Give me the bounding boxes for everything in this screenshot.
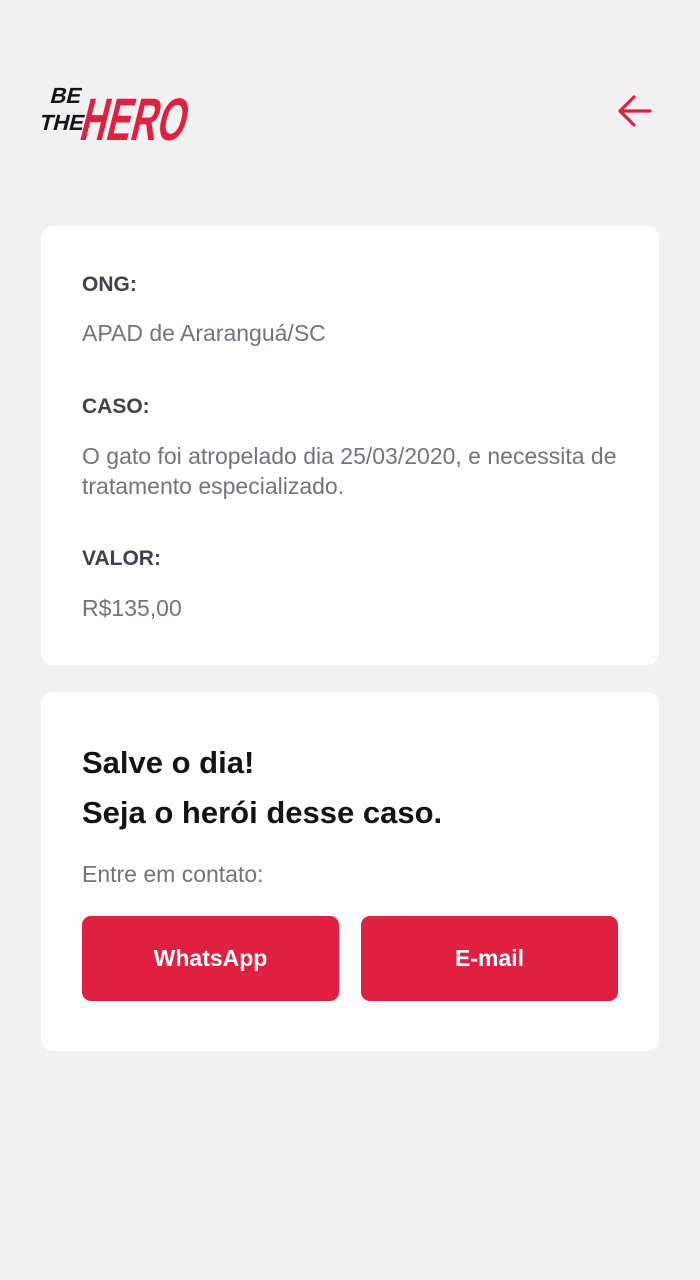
svg-text:HERO: HERO [75, 86, 197, 148]
contact-title: Salve o dia! Seja o herói desse caso. [82, 738, 618, 838]
contact-actions: WhatsApp E-mail [82, 916, 618, 1001]
ong-label: ONG: [82, 273, 137, 296]
be-the-hero-logo: BE THE HERO [37, 76, 205, 152]
ong-value: APAD de Araranguá/SC [82, 320, 326, 346]
incident-card: ONG: APAD de Araranguá/SC CASO: O gato f… [41, 226, 659, 665]
email-button[interactable]: E-mail [361, 916, 618, 1001]
contact-card: Salve o dia! Seja o herói desse caso. En… [41, 692, 659, 1051]
valor-label: VALOR: [82, 547, 161, 570]
contact-title-line-1: Salve o dia! [82, 745, 255, 780]
caso-label: CASO: [82, 395, 150, 418]
contact-title-line-2: Seja o herói desse caso. [82, 795, 443, 830]
valor-value: R$135,00 [82, 595, 182, 621]
whatsapp-button[interactable]: WhatsApp [82, 916, 339, 1001]
contact-subtitle: Entre em contato: [82, 861, 264, 887]
page-header: BE THE HERO [0, 0, 700, 200]
svg-text:BE: BE [48, 83, 85, 108]
back-button[interactable] [610, 86, 660, 136]
caso-value: O gato foi atropelado dia 25/03/2020, e … [82, 443, 617, 499]
arrow-left-icon [618, 95, 652, 127]
